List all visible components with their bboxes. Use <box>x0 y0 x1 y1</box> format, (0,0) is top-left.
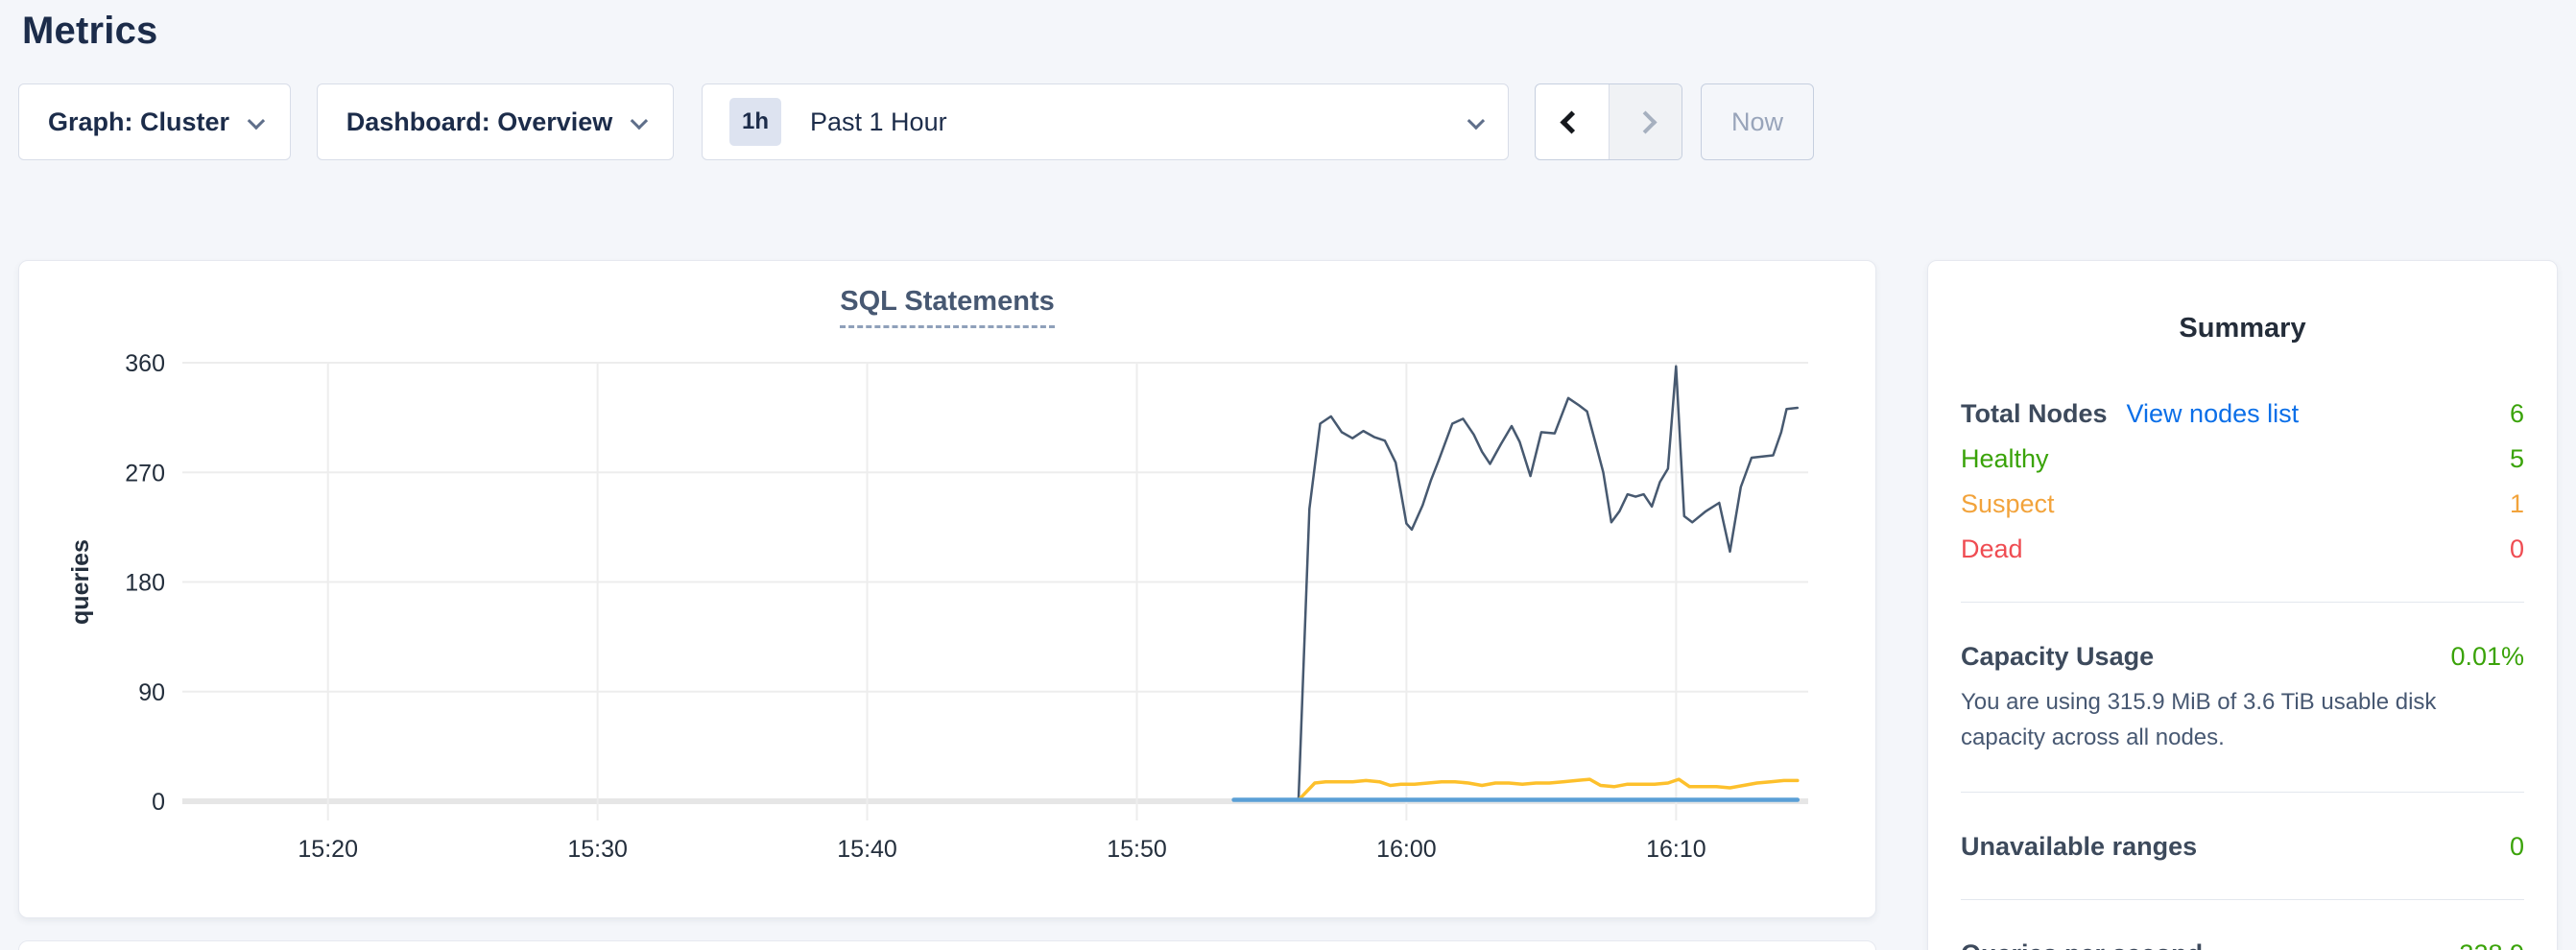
y-tick-label: 90 <box>138 679 165 706</box>
y-tick-label: 360 <box>125 350 165 377</box>
healthy-value: 5 <box>2510 443 2524 475</box>
total-nodes-value: 6 <box>2510 398 2524 430</box>
summary-row-capacity-usage: Capacity Usage 0.01% <box>1961 641 2524 673</box>
view-nodes-list-link[interactable]: View nodes list <box>2127 398 2300 430</box>
dead-label: Dead <box>1961 534 2023 565</box>
queries-per-second-label: Queries per second <box>1961 938 2203 950</box>
graph-scope-dropdown-label: Graph: Cluster <box>48 107 229 137</box>
healthy-label: Healthy <box>1961 443 2049 475</box>
summary-row-healthy: Healthy 5 <box>1961 443 2524 475</box>
chevron-down-icon <box>631 111 648 129</box>
toolbar: Graph: Cluster Dashboard: Overview 1h Pa… <box>18 83 2558 160</box>
y-tick-label: 0 <box>152 789 165 816</box>
summary-row-unavailable-ranges: Unavailable ranges 0 <box>1961 831 2524 863</box>
unavailable-ranges-value: 0 <box>2510 831 2524 863</box>
dead-value: 0 <box>2510 534 2524 565</box>
time-range-label: Past 1 Hour <box>810 107 947 137</box>
chevron-down-icon <box>1467 111 1485 129</box>
summary-row-queries-per-second: Queries per second 328.9 <box>1961 938 2524 950</box>
chevron-down-icon <box>248 111 265 129</box>
content-row: SQL Statements 09018027036015:2015:3015:… <box>18 260 2558 950</box>
chevron-right-icon <box>1634 110 1657 133</box>
capacity-usage-description: You are using 315.9 MiB of 3.6 TiB usabl… <box>1961 684 2524 755</box>
y-tick-label: 180 <box>125 570 165 597</box>
summary-title: Summary <box>1961 261 2524 344</box>
capacity-usage-value: 0.01% <box>2450 641 2524 673</box>
summary-row-total-nodes: Total Nodes View nodes list 6 <box>1961 398 2524 430</box>
sql-statements-chart-card: SQL Statements 09018027036015:2015:3015:… <box>18 260 1876 918</box>
divider <box>1961 792 2524 793</box>
divider <box>1961 602 2524 603</box>
x-tick-label: 15:20 <box>298 836 358 863</box>
now-button[interactable]: Now <box>1701 83 1814 160</box>
x-tick-label: 16:00 <box>1376 836 1437 863</box>
time-nav-button-group <box>1535 83 1682 160</box>
summary-row-suspect: Suspect 1 <box>1961 488 2524 520</box>
total-nodes-label: Total Nodes <box>1961 398 2108 430</box>
queries-per-second-value: 328.9 <box>2459 938 2524 950</box>
dashboard-dropdown[interactable]: Dashboard: Overview <box>317 83 674 160</box>
prev-timeframe-button[interactable] <box>1536 84 1609 159</box>
sql-statements-chart[interactable]: 0 90 180 270 360 15:20 15:30 15:40 15:50 16:00 16:… <box>19 261 1875 917</box>
page-title: Metrics <box>22 10 2558 53</box>
graph-scope-dropdown[interactable]: Graph: Cluster <box>18 83 291 160</box>
unavailable-ranges-label: Unavailable ranges <box>1961 831 2197 863</box>
suspect-value: 1 <box>2510 488 2524 520</box>
charts-column: SQL Statements 09018027036015:2015:3015:… <box>18 260 1876 950</box>
chart-series-2 <box>1299 779 1798 800</box>
metrics-page: Metrics Graph: Cluster Dashboard: Overvi… <box>0 10 2576 950</box>
capacity-usage-label: Capacity Usage <box>1961 641 2154 673</box>
x-tick-label: 16:10 <box>1646 836 1706 863</box>
x-tick-label: 15:50 <box>1107 836 1167 863</box>
x-tick-label: 15:30 <box>567 836 628 863</box>
summary-row-dead: Dead 0 <box>1961 534 2524 565</box>
y-tick-label: 270 <box>125 460 165 487</box>
next-chart-card-partial <box>18 940 1876 950</box>
chevron-left-icon <box>1561 110 1584 133</box>
y-axis-title: queries <box>67 539 94 625</box>
time-range-badge: 1h <box>729 98 781 146</box>
dashboard-dropdown-label: Dashboard: Overview <box>346 107 613 137</box>
summary-panel: Summary Total Nodes View nodes list 6 He… <box>1927 260 2558 950</box>
divider <box>1961 899 2524 900</box>
next-timeframe-button[interactable] <box>1609 84 1682 159</box>
x-tick-label: 15:40 <box>837 836 897 863</box>
time-range-selector[interactable]: 1h Past 1 Hour <box>702 83 1509 160</box>
suspect-label: Suspect <box>1961 488 2055 520</box>
